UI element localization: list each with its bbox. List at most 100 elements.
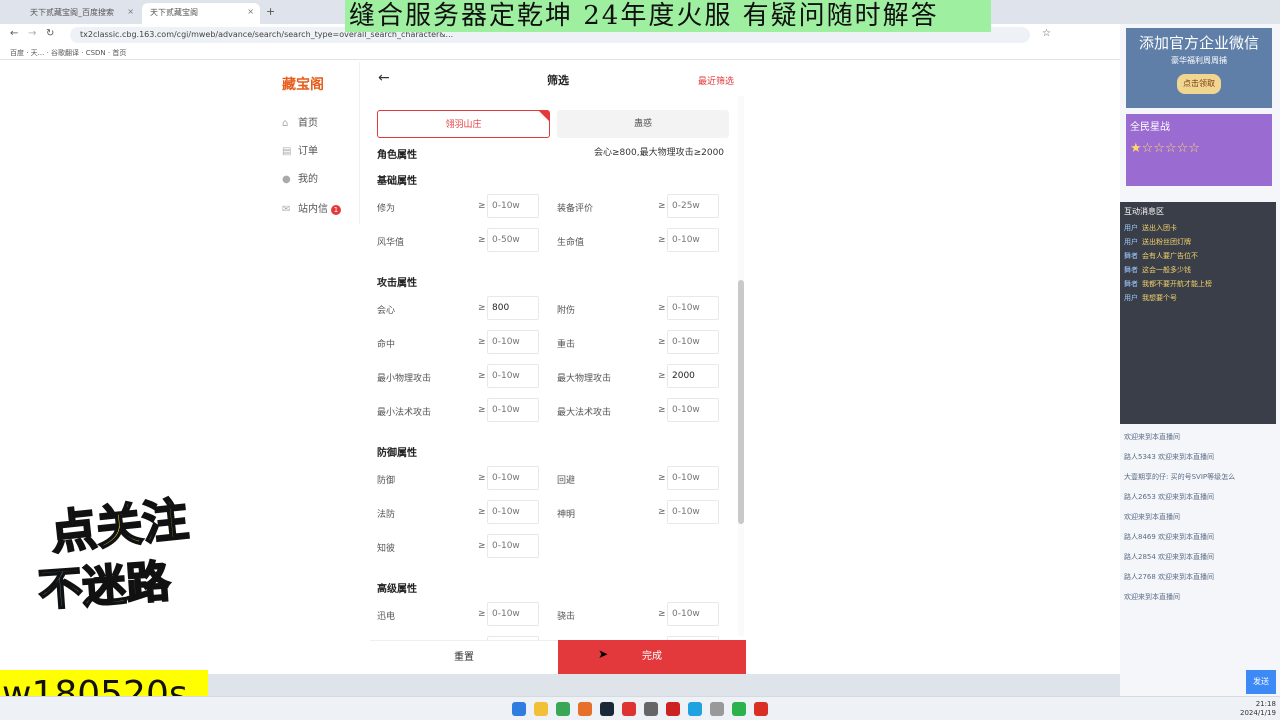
promo-card[interactable]: 添加官方企业微信 豪华福利周周捕 点击领取	[1126, 28, 1272, 108]
welcome-line: 路人2854 欢迎来到本直播间	[1124, 553, 1215, 561]
chip-option[interactable]: 蛊惑	[557, 110, 729, 138]
min-value-input[interactable]	[487, 228, 539, 252]
sidebar-item-orders[interactable]: ▤ 订单	[282, 142, 358, 162]
folder-icon[interactable]	[534, 702, 548, 716]
filter-panel: ← 筛选 最近筛选 翎羽山庄 蛊惑 角色属性 会心≥800,最大物理攻击≥200…	[370, 62, 746, 674]
reload-icon[interactable]: ↻	[46, 28, 54, 39]
welcome-line: 大壹期享的仔: 买的号SVIP等级怎么	[1124, 473, 1236, 481]
forward-icon[interactable]: →	[28, 28, 36, 39]
taskbar: 21:18 2024/1/19	[0, 696, 1280, 720]
steam-icon[interactable]	[600, 702, 614, 716]
chat-username[interactable]: 舞者	[1124, 266, 1138, 274]
gte-sign: ≥	[658, 405, 666, 415]
min-value-input[interactable]	[667, 398, 719, 422]
min-value-input[interactable]	[487, 466, 539, 490]
plus-icon[interactable]: +	[266, 5, 275, 18]
app-icon[interactable]	[710, 702, 724, 716]
chat-username[interactable]: 舞者	[1124, 252, 1138, 260]
record-icon[interactable]	[666, 702, 680, 716]
field-label: 法防	[377, 510, 396, 520]
wps-icon[interactable]	[754, 702, 768, 716]
tab-label: 天下贰藏宝阁_百度搜索	[30, 8, 114, 17]
min-value-input[interactable]	[667, 602, 719, 626]
back-icon[interactable]: ←	[10, 28, 18, 39]
send-button[interactable]: 发送	[1246, 670, 1276, 694]
promo-button[interactable]: 点击领取	[1177, 74, 1221, 94]
chat-panel: 互动消息区 用户 送出入团卡 用户 送出粉丝团灯牌 舞者 会有人要广告位不 舞者 这会一般多少…	[1120, 202, 1276, 424]
filter-footer: 重置 完成	[370, 640, 746, 674]
min-value-input[interactable]	[667, 466, 719, 490]
sidebar-item-label: 订单	[298, 146, 318, 157]
min-value-input[interactable]	[487, 500, 539, 524]
chat-message: 舞者 我都不要开航才能上榜	[1124, 277, 1272, 291]
section-title: 基础属性	[377, 176, 417, 187]
gte-sign: ≥	[478, 507, 486, 517]
site-logo[interactable]: 藏宝阁	[282, 74, 348, 100]
field-label: 回避	[557, 476, 576, 486]
welcome-line: 欢迎来到本直播间	[1124, 433, 1180, 441]
chat-text: 会有人要广告位不	[1142, 252, 1198, 260]
chat-username[interactable]: 用户	[1124, 294, 1138, 302]
netease-icon[interactable]	[622, 702, 636, 716]
field-label: 防御	[377, 476, 396, 486]
field-label: 最小物理攻击	[377, 374, 432, 384]
chat-message: 舞者 这会一般多少钱	[1124, 263, 1272, 277]
min-value-input[interactable]	[667, 500, 719, 524]
edge-icon[interactable]	[688, 702, 702, 716]
firefox-icon[interactable]	[578, 702, 592, 716]
scrollbar-thumb[interactable]	[738, 280, 744, 524]
reset-button[interactable]: 重置	[370, 640, 558, 674]
sidebar-item-home[interactable]: ⌂ 首页	[282, 114, 358, 134]
browser-tab-2[interactable]: 天下贰藏宝阁 ×	[142, 3, 260, 24]
follow-text: 不迷路	[36, 555, 173, 617]
min-value-input[interactable]	[487, 602, 539, 626]
min-value-input[interactable]	[667, 364, 719, 388]
chat-message: 舞者 会有人要广告位不	[1124, 249, 1272, 263]
rank-card[interactable]: 全民星战 ★☆☆☆☆☆	[1126, 114, 1272, 186]
min-value-input[interactable]	[667, 194, 719, 218]
gte-sign: ≥	[658, 507, 666, 517]
close-icon[interactable]: ×	[247, 7, 254, 16]
min-value-input[interactable]	[667, 228, 719, 252]
follow-sticker: 点关注 不迷路	[18, 490, 258, 630]
chat-text: 这会一般多少钱	[1142, 266, 1191, 274]
min-value-input[interactable]	[487, 364, 539, 388]
chip-selected[interactable]: 翎羽山庄	[377, 110, 550, 138]
sidebar-item-mine[interactable]: ● 我的	[282, 170, 358, 190]
chrome-icon[interactable]	[556, 702, 570, 716]
done-button[interactable]: 完成	[558, 640, 746, 674]
field-label: 会心	[377, 306, 396, 316]
min-value-input[interactable]	[487, 330, 539, 354]
chat-username[interactable]: 舞者	[1124, 280, 1138, 288]
star-icon[interactable]: ☆	[1042, 28, 1051, 39]
field-label: 生命值	[557, 238, 585, 248]
browser-tab-1[interactable]: 天下贰藏宝阁_百度搜索 ×	[22, 3, 140, 24]
min-value-input[interactable]	[487, 534, 539, 558]
filter-summary: 会心≥800,最大物理攻击≥2000	[594, 148, 725, 158]
field-label: 装备评价	[557, 204, 594, 214]
chat-message: 用户 送出入团卡	[1124, 221, 1272, 235]
mouse-cursor-icon: ➤	[598, 647, 609, 661]
stream-title-banner: 缝合服务器定乾坤 24年度火服 有疑问随时解答	[345, 0, 991, 32]
wechat-icon[interactable]	[732, 702, 746, 716]
welcome-line: 路人2768 欢迎来到本直播间	[1124, 573, 1215, 581]
min-value-input[interactable]	[667, 330, 719, 354]
field-label: 附伤	[557, 306, 576, 316]
bookmarks-bar[interactable]: 百度 · 天... · 谷歌翻译 · CSDN · 首页	[0, 46, 1120, 60]
min-value-input[interactable]	[487, 194, 539, 218]
chat-title: 互动消息区	[1124, 207, 1164, 216]
app-icon[interactable]	[644, 702, 658, 716]
close-icon[interactable]: ×	[127, 7, 134, 16]
recent-filters-link[interactable]: 最近筛选	[698, 74, 734, 87]
min-value-input[interactable]	[487, 296, 539, 320]
min-value-input[interactable]	[487, 398, 539, 422]
welcome-line: 路人2653 欢迎来到本直播间	[1124, 493, 1215, 501]
chat-username[interactable]: 用户	[1124, 238, 1138, 246]
min-value-input[interactable]	[667, 296, 719, 320]
chat-username[interactable]: 用户	[1124, 224, 1138, 232]
start-icon[interactable]	[512, 702, 526, 716]
field-label: 最小法术攻击	[377, 408, 432, 418]
sidebar-item-messages[interactable]: ✉ 站内信 1	[282, 200, 358, 220]
sidebar-item-label: 首页	[298, 118, 318, 129]
welcome-line: 路人5343 欢迎来到本直播间	[1124, 453, 1215, 461]
